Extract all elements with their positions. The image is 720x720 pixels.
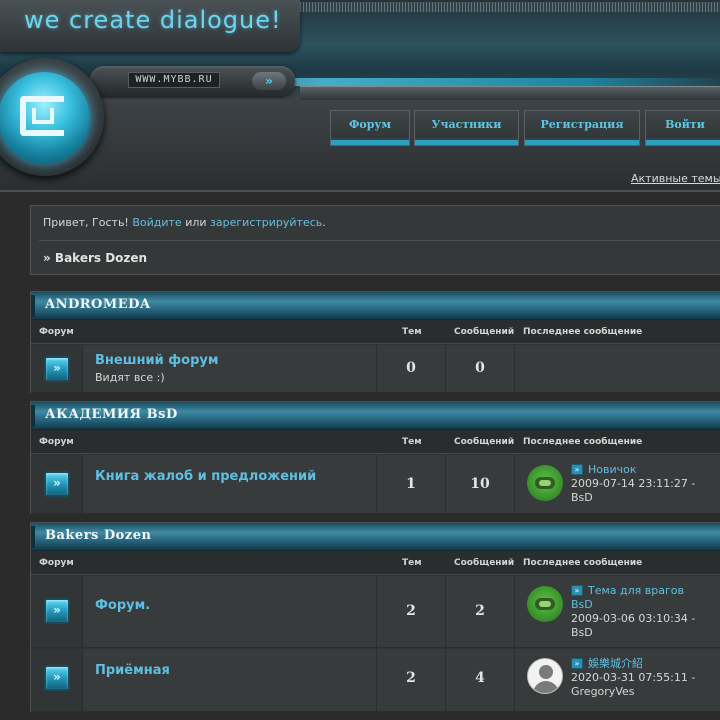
col-posts: Сообщений xyxy=(454,437,515,447)
forum-icon-cell xyxy=(31,649,83,711)
forum-icon-cell xyxy=(31,455,83,513)
nav-forum[interactable]: Форум xyxy=(330,110,410,146)
forum-status-icon xyxy=(44,356,70,382)
column-divider xyxy=(514,649,515,711)
topics-count: 2 xyxy=(406,603,416,619)
last-post-title[interactable]: 娛樂城介紹 xyxy=(588,657,643,670)
col-topics: Тем xyxy=(402,558,422,568)
go-to-post-icon[interactable]: » xyxy=(571,658,583,669)
nav-login[interactable]: Войти xyxy=(645,110,720,146)
column-divider xyxy=(514,576,515,647)
header-dot-strip xyxy=(300,2,720,12)
col-forum: Форум xyxy=(39,327,74,337)
posts-count: 4 xyxy=(475,670,485,686)
category-header: Bakers Dozen xyxy=(31,523,720,551)
last-post: » 娛樂城介紹 2020-03-31 07:55:11 - GregoryVes xyxy=(571,657,720,699)
column-divider xyxy=(514,345,515,392)
logo-glyph-inner-icon xyxy=(32,108,54,124)
forum-row: Форум. 2 2 » Тема для врагов BsD 2009-03-… xyxy=(31,576,720,648)
register-link[interactable]: зарегистрируйтесь xyxy=(210,216,322,229)
user-avatar[interactable] xyxy=(527,658,563,694)
table-header: Форум Тем Сообщений Последнее сообщение xyxy=(31,551,720,575)
url-go-button[interactable]: » xyxy=(252,72,286,90)
or-text: или xyxy=(185,216,207,229)
site-logo-text[interactable]: we create dialogue! xyxy=(24,6,282,34)
welcome-divider xyxy=(39,240,720,241)
welcome-line: Привет, Гость! Войдите или зарегистрируй… xyxy=(43,216,326,229)
go-to-post-icon[interactable]: » xyxy=(571,464,583,475)
forum-icon-cell xyxy=(31,576,83,647)
category-title[interactable]: ANDROMEDA xyxy=(45,297,151,312)
forum-row: Внешний форум Видят все :) 0 0 xyxy=(31,345,720,393)
forum-title[interactable]: Внешний форум xyxy=(95,353,218,368)
posts-count: 2 xyxy=(475,603,485,619)
forum-title[interactable]: Книга жалоб и предложений xyxy=(95,469,316,484)
last-post-title[interactable]: Новичок xyxy=(588,463,637,476)
forum-title[interactable]: Приёмная xyxy=(95,663,170,678)
forum-status-icon xyxy=(44,598,70,624)
last-post-user: BsD xyxy=(571,491,593,504)
category-title[interactable]: Bakers Dozen xyxy=(45,528,151,543)
category-header: АКАДЕМИЯ BsD xyxy=(31,402,720,430)
site-url-field[interactable]: WWW.MYBB.RU xyxy=(128,72,220,88)
go-to-post-icon[interactable]: » xyxy=(571,585,583,596)
forum-status-icon xyxy=(44,665,70,691)
welcome-panel: Привет, Гость! Войдите или зарегистрируй… xyxy=(30,205,720,275)
topics-count: 0 xyxy=(406,360,416,376)
last-post-user: GregoryVes xyxy=(571,685,635,698)
forum-icon-cell xyxy=(31,345,83,392)
col-last: Последнее сообщение xyxy=(523,327,643,337)
topics-count: 2 xyxy=(406,670,416,686)
user-avatar[interactable] xyxy=(527,465,563,501)
category-header: ANDROMEDA xyxy=(31,292,720,320)
col-topics: Тем xyxy=(402,327,422,337)
breadcrumb: » Bakers Dozen xyxy=(43,251,148,265)
last-post: » Тема для врагов BsD 2009-03-06 03:10:34… xyxy=(571,584,720,640)
forum-title[interactable]: Форум. xyxy=(95,598,150,613)
header-metal-bar xyxy=(300,86,720,100)
col-last: Последнее сообщение xyxy=(523,437,643,447)
col-last: Последнее сообщение xyxy=(523,558,643,568)
col-posts: Сообщений xyxy=(454,558,515,568)
last-post: » Новичок 2009-07-14 23:11:27 - BsD xyxy=(571,463,720,505)
col-forum: Форум xyxy=(39,437,74,447)
greeting-text: Привет, Гость! xyxy=(43,216,129,229)
posts-count: 10 xyxy=(470,476,490,492)
last-post-title-cont[interactable]: BsD xyxy=(571,598,720,612)
nav-members[interactable]: Участники xyxy=(414,110,519,146)
login-link[interactable]: Войдите xyxy=(132,216,181,229)
last-post-user: BsD xyxy=(571,626,593,639)
active-topics-link[interactable]: Активные темы xyxy=(631,172,720,185)
category-academy: АКАДЕМИЯ BsD Форум Тем Сообщений Последн… xyxy=(30,401,720,514)
last-post-title[interactable]: Тема для врагов xyxy=(588,584,684,597)
forum-row: Приёмная 2 4 » 娛樂城介紹 2020-03-31 07:55:11 … xyxy=(31,649,720,712)
col-posts: Сообщений xyxy=(454,327,515,337)
category-bakers-dozen: Bakers Dozen Форум Тем Сообщений Последн… xyxy=(30,522,720,712)
site-header: we create dialogue! WWW.MYBB.RU » Форум … xyxy=(0,0,720,190)
nav-register[interactable]: Регистрация xyxy=(524,110,640,146)
posts-count: 0 xyxy=(475,360,485,376)
category-title[interactable]: АКАДЕМИЯ BsD xyxy=(45,407,178,422)
user-avatar[interactable] xyxy=(527,586,563,622)
forum-status-icon xyxy=(44,471,70,497)
table-header: Форум Тем Сообщений Последнее сообщение xyxy=(31,320,720,344)
last-post-date: 2009-03-06 03:10:34 - xyxy=(571,612,696,625)
last-post-date: 2009-07-14 23:11:27 - xyxy=(571,477,696,490)
col-forum: Форум xyxy=(39,558,74,568)
forum-row: Книга жалоб и предложений 1 10 » Новичок … xyxy=(31,455,720,514)
table-header: Форум Тем Сообщений Последнее сообщение xyxy=(31,430,720,454)
header-divider xyxy=(0,190,720,192)
forum-description: Видят все :) xyxy=(95,371,165,384)
category-andromeda: ANDROMEDA Форум Тем Сообщений Последнее … xyxy=(30,291,720,393)
last-post-date: 2020-03-31 07:55:11 - xyxy=(571,671,696,684)
col-topics: Тем xyxy=(402,437,422,447)
period-text: . xyxy=(322,216,326,229)
column-divider xyxy=(514,455,515,513)
topics-count: 1 xyxy=(406,476,416,492)
